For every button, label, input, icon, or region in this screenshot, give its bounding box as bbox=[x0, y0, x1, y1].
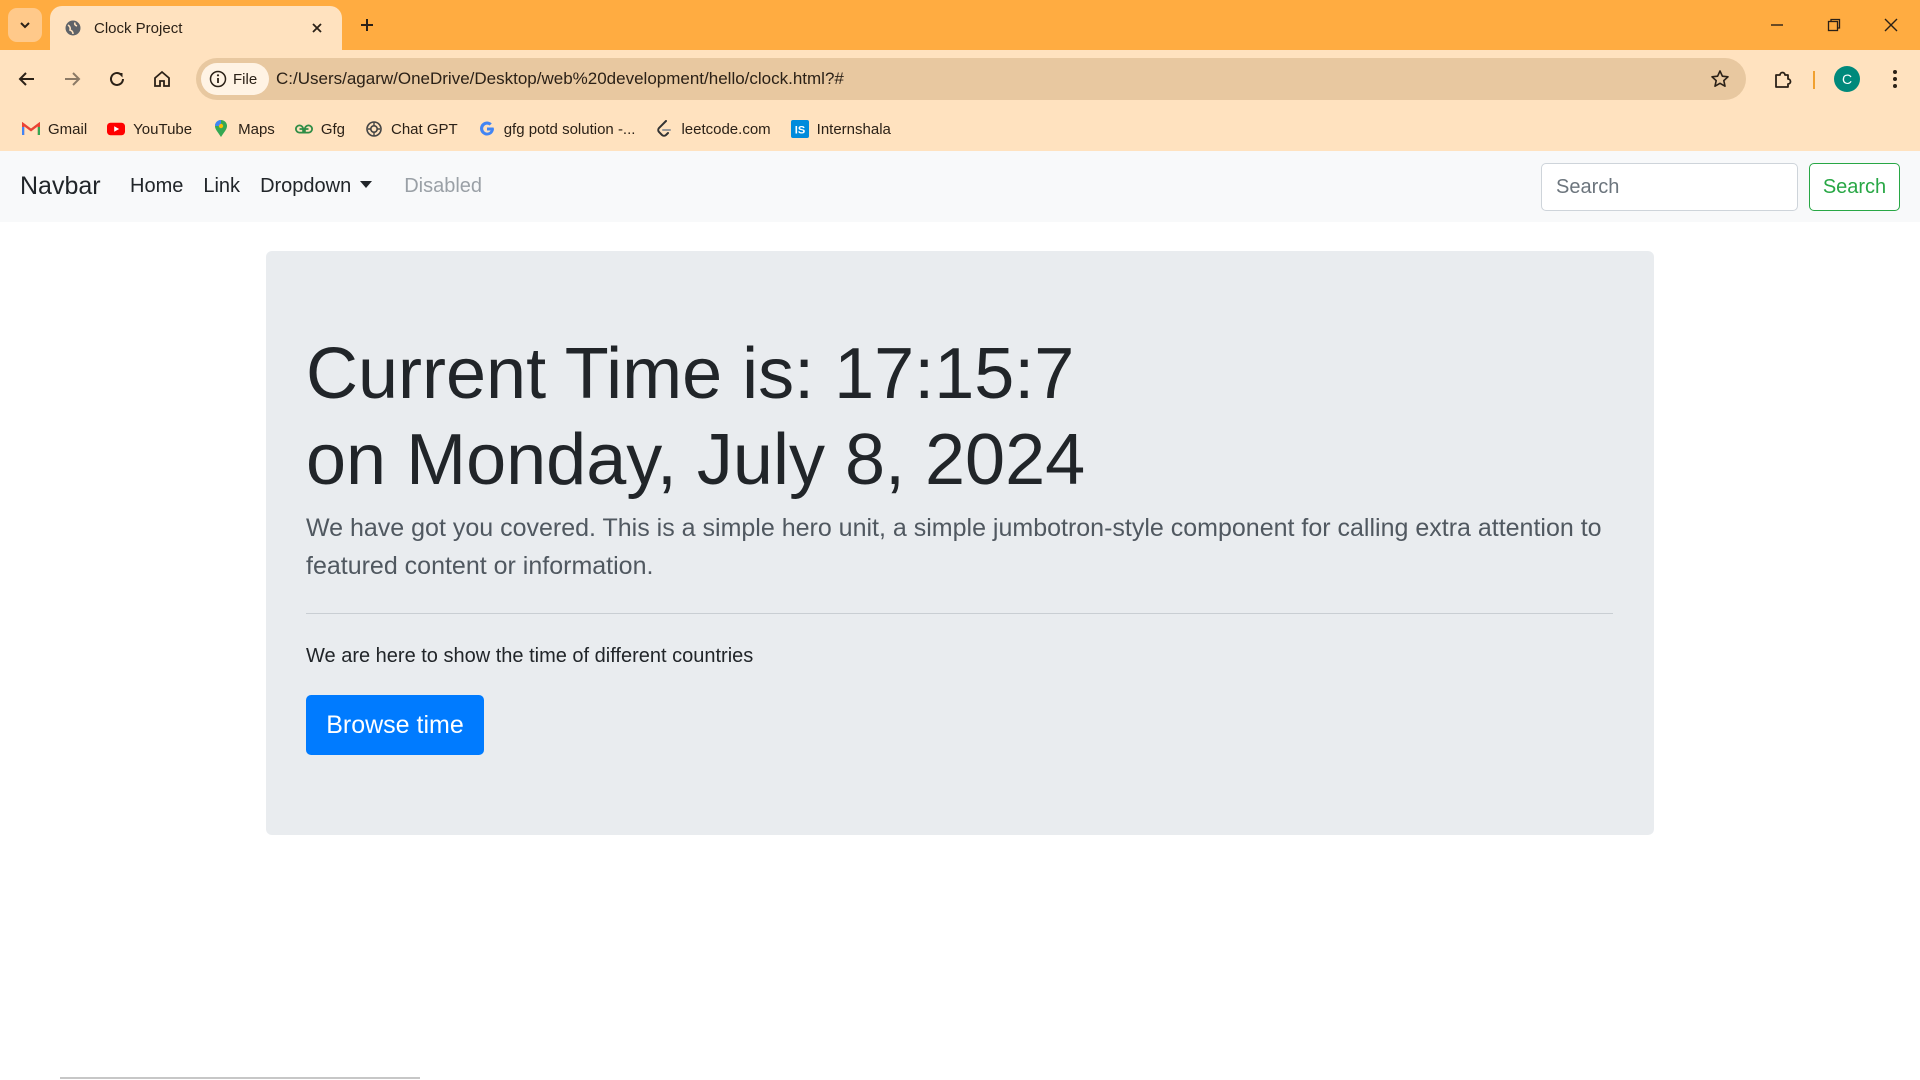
browser-toolbar: File C:/Users/agarw/OneDrive/Desktop/web… bbox=[0, 50, 1920, 107]
chevron-down-icon bbox=[20, 22, 30, 29]
search-input[interactable] bbox=[1541, 163, 1798, 211]
youtube-icon bbox=[107, 120, 126, 138]
address-bar[interactable]: File C:/Users/agarw/OneDrive/Desktop/web… bbox=[196, 58, 1746, 100]
navbar-brand[interactable]: Navbar bbox=[20, 151, 101, 222]
more-vertical-icon bbox=[1893, 70, 1897, 88]
bookmark-gmail[interactable]: Gmail bbox=[14, 113, 95, 145]
bookmark-gfg-potd[interactable]: gfg potd solution -... bbox=[470, 113, 644, 145]
dropdown-label: Dropdown bbox=[260, 175, 352, 197]
arrow-left-icon bbox=[18, 72, 34, 86]
tab-search-button[interactable] bbox=[8, 8, 42, 42]
bookmark-chatgpt[interactable]: Chat GPT bbox=[357, 113, 466, 145]
nav-link-link[interactable]: Link bbox=[193, 175, 250, 198]
nav-link-home[interactable]: Home bbox=[120, 175, 193, 198]
horizontal-scrollbar[interactable] bbox=[60, 1077, 420, 1079]
reload-button[interactable] bbox=[100, 62, 134, 96]
gmail-icon bbox=[22, 120, 40, 138]
plus-icon bbox=[361, 19, 373, 31]
current-time-text: Current Time is: 17:15:7 bbox=[306, 334, 1075, 414]
time-heading: Current Time is: 17:15:7 on Monday, July … bbox=[306, 331, 1085, 503]
bookmark-leetcode[interactable]: leetcode.com bbox=[647, 113, 778, 145]
globe-icon bbox=[64, 19, 82, 37]
site-navbar: Navbar Home Link Dropdown Disabled Searc… bbox=[0, 151, 1920, 222]
close-icon bbox=[1884, 18, 1898, 32]
site-info-chip[interactable]: File bbox=[201, 63, 269, 95]
url-text[interactable]: C:/Users/agarw/OneDrive/Desktop/web%20de… bbox=[276, 58, 844, 100]
page-content: Navbar Home Link Dropdown Disabled Searc… bbox=[0, 151, 1920, 1080]
reload-icon bbox=[110, 71, 124, 86]
home-button[interactable] bbox=[145, 62, 179, 96]
minimize-icon bbox=[1771, 24, 1783, 26]
hero-lead: We have got you covered. This is a simpl… bbox=[306, 514, 1602, 580]
arrow-right-icon bbox=[65, 72, 81, 86]
extensions-button[interactable] bbox=[1766, 62, 1800, 96]
restore-button[interactable] bbox=[1814, 10, 1854, 40]
bookmark-gfg[interactable]: Gfg bbox=[287, 113, 353, 145]
current-date-text: on Monday, July 8, 2024 bbox=[306, 420, 1086, 500]
toolbar-separator bbox=[1813, 71, 1815, 89]
tab-strip: Clock Project bbox=[0, 0, 1920, 50]
home-icon bbox=[154, 70, 170, 87]
puzzle-icon bbox=[1775, 71, 1792, 88]
bookmark-internshala[interactable]: IS Internshala bbox=[783, 113, 899, 145]
new-tab-button[interactable] bbox=[353, 11, 381, 39]
gfg-icon bbox=[294, 120, 313, 138]
browse-time-button[interactable]: Browse time bbox=[306, 695, 484, 755]
bookmarks-bar: Gmail YouTube Maps Gfg Chat GPT gfg potd… bbox=[0, 107, 1920, 151]
hero-text: We are here to show the time of differen… bbox=[306, 645, 754, 667]
divider bbox=[306, 613, 1613, 614]
menu-button[interactable] bbox=[1880, 62, 1910, 96]
restore-icon bbox=[1827, 18, 1841, 32]
info-icon bbox=[209, 70, 227, 88]
nav-links: Home Link Dropdown Disabled bbox=[120, 151, 492, 222]
bookmark-youtube[interactable]: YouTube bbox=[99, 113, 200, 145]
minimize-button[interactable] bbox=[1757, 10, 1797, 40]
back-button[interactable] bbox=[10, 62, 44, 96]
jumbotron: Current Time is: 17:15:7 on Monday, July … bbox=[266, 251, 1654, 835]
bookmark-maps[interactable]: Maps bbox=[204, 113, 283, 145]
caret-down-icon bbox=[360, 181, 373, 189]
nav-link-disabled: Disabled bbox=[404, 175, 483, 197]
internshala-icon: IS bbox=[790, 120, 809, 138]
browser-tab[interactable]: Clock Project bbox=[50, 6, 342, 50]
search-button[interactable]: Search bbox=[1809, 163, 1900, 211]
chatgpt-icon bbox=[365, 120, 383, 138]
close-window-button[interactable] bbox=[1871, 10, 1911, 40]
leetcode-icon bbox=[655, 120, 673, 138]
google-icon bbox=[478, 120, 496, 138]
tab-title: Clock Project bbox=[94, 19, 183, 37]
file-label: File bbox=[233, 70, 258, 88]
profile-avatar[interactable]: C bbox=[1834, 66, 1860, 92]
svg-text:IS: IS bbox=[794, 125, 804, 137]
maps-icon bbox=[212, 120, 230, 138]
nav-link-dropdown[interactable]: Dropdown bbox=[250, 175, 382, 198]
forward-button[interactable] bbox=[55, 62, 89, 96]
close-icon[interactable] bbox=[306, 17, 328, 39]
star-icon[interactable] bbox=[1708, 67, 1732, 91]
